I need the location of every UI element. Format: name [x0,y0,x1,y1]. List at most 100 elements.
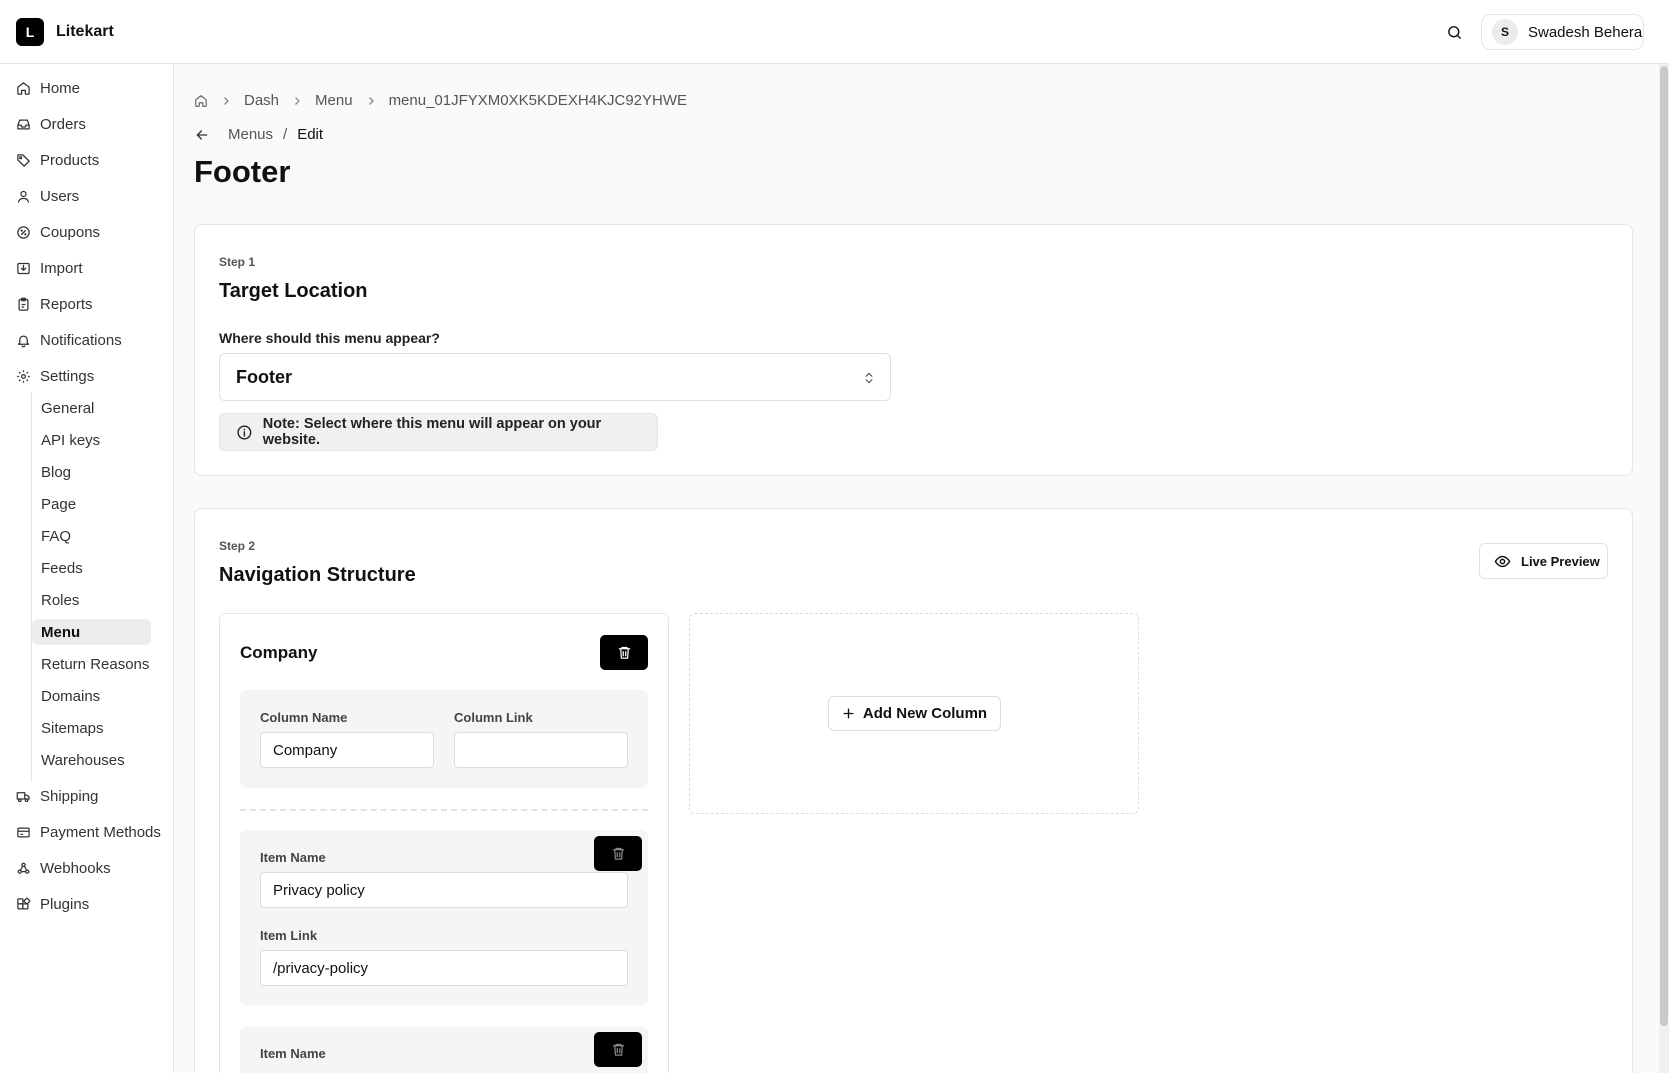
breadcrumb-dash[interactable]: Dash [244,92,279,109]
sidebar-item-products[interactable]: Products [16,148,99,172]
add-new-column-label: Add New Column [862,705,988,722]
breadcrumb: Dash Menu menu_01JFYXM0XK5KDEXH4KJC92YHW… [194,92,687,109]
sidebar-subitem-general[interactable]: General [32,395,151,421]
sidebar-item-notifications[interactable]: Notifications [16,328,122,352]
location-select[interactable]: Footer [219,353,891,401]
subcrumb-separator: / [283,126,288,143]
subcrumb-current: Edit [297,126,324,143]
user-menu-button[interactable]: S Swadesh Behera [1481,14,1644,50]
location-select-value: Footer [236,366,292,387]
chevron-up-down-icon [865,372,873,384]
sidebar-subitem-domains[interactable]: Domains [32,683,151,709]
import-icon [17,262,30,274]
chevron-right-icon [224,96,229,105]
step2-title: Navigation Structure [219,564,416,586]
sidebar-subitem-warehouses[interactable]: Warehouses [32,747,151,773]
item-link-input[interactable] [260,950,628,986]
sidebar-item-webhooks[interactable]: Webhooks [16,856,111,880]
sidebar-subitem-roles[interactable]: Roles [32,587,151,613]
column-name-label: Column Name [260,710,348,725]
location-note-text: Note: Select where this menu will appear… [262,416,602,448]
step1-title: Target Location [219,280,368,302]
delete-item-button[interactable] [594,836,642,871]
column-link-label: Column Link [454,710,533,725]
column-title: Company [240,643,318,662]
column-divider [240,809,648,811]
column-name-input[interactable] [260,732,434,768]
location-question-label: Where should this menu appear? [219,330,440,346]
eye-icon [1494,555,1511,567]
location-note: Note: Select where this menu will appear… [219,413,658,451]
search-button[interactable] [1442,20,1466,44]
sidebar-item-shipping[interactable]: Shipping [16,784,98,808]
sidebar-item-label: Plugins [40,895,90,913]
gear-icon [17,369,30,383]
item-name-input[interactable] [260,872,628,908]
sidebar-subitem-faq[interactable]: FAQ [32,523,151,549]
sidebar-subitem-api-keys[interactable]: API keys [32,427,151,453]
tag-icon [17,153,30,167]
sub-breadcrumb: Menus / Edit [194,126,323,143]
sidebar-item-coupons[interactable]: Coupons [16,220,100,244]
sidebar-item-import[interactable]: Import [16,256,83,280]
payment-icon [17,827,30,837]
sidebar-item-label: Webhooks [40,859,111,877]
sidebar-subitem-page[interactable]: Page [32,491,151,517]
trash-icon [612,847,624,860]
item-name-label: Item Name [260,850,326,865]
step1-label: Step 1 [219,255,256,269]
sidebar-subitem-sitemaps[interactable]: Sitemaps [32,715,151,741]
brand-logo: L [16,18,44,46]
sidebar-item-plugins[interactable]: Plugins [16,892,89,916]
breadcrumb-current: menu_01JFYXM0XK5KDEXH4KJC92YHWE [388,92,688,109]
column-link-input[interactable] [454,732,628,768]
step2-label: Step 2 [219,539,256,553]
bell-icon [17,335,30,347]
plus-icon [843,708,854,719]
delete-column-button[interactable] [600,635,648,670]
delete-item-button[interactable] [594,1032,642,1067]
subcrumb-menus[interactable]: Menus [228,126,273,143]
item-name-label: Item Name [260,1046,326,1061]
live-preview-label: Live Preview [1521,553,1600,569]
truck-icon [16,791,30,802]
sidebar-item-label: Products [40,151,100,169]
clipboard-icon [18,297,29,311]
live-preview-button[interactable]: Live Preview [1479,543,1608,579]
percent-badge-icon [17,225,30,239]
sidebar-item-users[interactable]: Users [16,184,79,208]
trash-icon [618,646,630,659]
sidebar-subitem-return-reasons[interactable]: Return Reasons [32,651,151,677]
avatar: S [1492,19,1518,45]
home-icon[interactable] [194,94,208,108]
trash-icon [612,1043,624,1056]
breadcrumb-menu[interactable]: Menu [315,92,353,109]
arrow-left-icon[interactable] [194,127,210,143]
sidebar-item-home[interactable]: Home [16,76,80,100]
add-new-column-button[interactable]: Add New Column [828,696,1001,731]
sidebar-item-orders[interactable]: Orders [16,112,86,136]
sidebar-item-settings[interactable]: Settings [16,364,94,388]
chevron-right-icon [368,96,374,105]
brand[interactable]: L Litekart [16,18,114,46]
sidebar-item-reports[interactable]: Reports [16,292,93,316]
chevron-right-icon [295,96,300,105]
user-name: Swadesh Behera [1528,23,1643,41]
sidebar-subitem-feeds[interactable]: Feeds [32,555,151,581]
home-icon [17,81,30,95]
sidebar-item-label: Reports [40,295,93,313]
sidebar-item-label: Orders [40,115,86,133]
sidebar-item-label: Import [40,259,83,277]
info-icon [237,425,252,439]
brand-name: Litekart [56,23,114,40]
sidebar-item-label: Coupons [40,223,101,241]
sidebar-item-payment-methods[interactable]: Payment Methods [16,820,161,844]
page-title: Footer [194,154,291,189]
sidebar-item-label: Payment Methods [40,823,161,841]
item-link-label: Item Link [260,928,318,943]
sidebar-subitem-menu[interactable]: Menu [32,619,151,645]
sidebar-subitem-blog[interactable]: Blog [32,459,151,485]
webhook-icon [17,862,30,874]
scrollbar-thumb[interactable] [1660,66,1668,1026]
sidebar-item-label: Settings [40,367,95,385]
